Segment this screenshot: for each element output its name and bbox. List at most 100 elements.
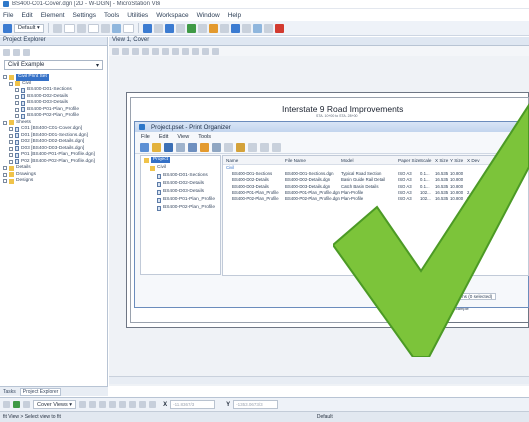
menu-utilities[interactable]: Utilities	[127, 12, 148, 19]
y-coordinate-field[interactable]: -1353.0673/3	[233, 400, 279, 409]
horizontal-scrollbar[interactable]	[109, 376, 529, 384]
menu-help[interactable]: Help	[228, 12, 241, 19]
tools-icon[interactable]	[23, 401, 30, 408]
tab-project-explorer[interactable]: Project Explorer	[19, 387, 62, 396]
column-header[interactable]: Name	[226, 158, 238, 163]
column-header[interactable]: X Size	[435, 158, 448, 163]
filter-icon[interactable]	[272, 142, 281, 152]
rotate-view-icon[interactable]	[182, 47, 189, 55]
menu-window[interactable]: Window	[197, 12, 220, 19]
save-icon[interactable]	[164, 23, 174, 33]
window-area-icon[interactable]	[162, 47, 169, 55]
view-next-icon[interactable]	[212, 47, 219, 55]
display-style-icon[interactable]	[122, 47, 129, 55]
element-selection-icon[interactable]	[3, 23, 12, 33]
add-files-icon[interactable]	[176, 142, 185, 152]
view-group-dropdown[interactable]: Cover Views ▾	[33, 400, 77, 409]
expand-icon[interactable]	[9, 159, 13, 164]
dialog-menu-tools[interactable]: Tools	[198, 134, 211, 140]
expand-icon[interactable]	[15, 107, 19, 112]
open-file-icon[interactable]	[153, 23, 163, 33]
expand-icon[interactable]	[15, 88, 19, 93]
dialog-tree-item[interactable]: Civil	[141, 164, 220, 172]
expand-icon[interactable]	[9, 153, 13, 158]
info-icon[interactable]	[252, 23, 262, 33]
new-print-set-icon[interactable]	[140, 142, 149, 152]
dialog-tree-item[interactable]: BS400-D02-Details	[141, 180, 220, 188]
dialog-menu-edit[interactable]: Edit	[159, 134, 168, 140]
dialog-tree-item[interactable]: BS400-D03-Details	[141, 188, 220, 196]
class-icon[interactable]	[111, 23, 121, 33]
close-red-x-icon[interactable]	[274, 23, 284, 33]
view-6-icon[interactable]	[129, 401, 137, 408]
fit-view-icon[interactable]	[172, 47, 179, 55]
menu-workspace[interactable]: Workspace	[156, 12, 188, 19]
weight-icon[interactable]	[76, 23, 86, 33]
dialog-tree-item[interactable]: BS400-D01-Sections	[141, 172, 220, 180]
references-icon[interactable]	[197, 23, 207, 33]
view-7-icon[interactable]	[139, 401, 147, 408]
view-2-icon[interactable]	[89, 401, 97, 408]
tree-item[interactable]: Designs	[3, 178, 107, 185]
expand-icon[interactable]	[3, 172, 7, 177]
template-icon[interactable]	[122, 23, 134, 33]
x-coordinate-field[interactable]: -11.8367/3	[170, 400, 216, 409]
search-icon[interactable]	[230, 23, 240, 33]
expand-icon[interactable]	[3, 166, 7, 171]
transparency-icon[interactable]	[87, 23, 99, 33]
expand-icon[interactable]	[9, 127, 13, 132]
level-dropdown[interactable]: Default ▾	[14, 23, 44, 33]
line-style-icon[interactable]	[63, 23, 75, 33]
column-header[interactable]: X Dev	[467, 158, 480, 163]
column-header[interactable]: Y Size	[450, 158, 463, 163]
levels-icon[interactable]	[219, 23, 229, 33]
expand-icon[interactable]	[15, 101, 19, 106]
priority-icon[interactable]	[100, 23, 110, 33]
expand-icon[interactable]	[23, 48, 30, 56]
expand-icon[interactable]	[3, 179, 7, 184]
menu-element[interactable]: Element	[41, 12, 65, 19]
green-status-icon[interactable]	[13, 401, 20, 408]
color-icon[interactable]	[52, 23, 62, 33]
raster-icon[interactable]	[208, 23, 218, 33]
zoom-out-icon[interactable]	[152, 47, 159, 55]
tab-tasks[interactable]: Tasks	[3, 389, 16, 395]
open-folder-icon[interactable]	[152, 142, 161, 152]
column-header[interactable]: Paper Size	[398, 158, 420, 163]
menu-settings[interactable]: Settings	[73, 12, 97, 19]
properties-icon[interactable]	[236, 142, 245, 152]
expand-icon[interactable]	[3, 75, 7, 80]
add-folder-icon[interactable]	[200, 142, 209, 152]
view-8-icon[interactable]	[149, 401, 157, 408]
search-icon[interactable]	[212, 142, 221, 152]
measure-icon[interactable]	[241, 23, 251, 33]
workspace-dropdown[interactable]: Civil Example ▾	[4, 60, 103, 70]
menu-file[interactable]: File	[3, 12, 13, 19]
dialog-tree-item[interactable]: BS400-P02-Plan_Profile	[141, 204, 220, 212]
menu-tools[interactable]: Tools	[104, 12, 119, 19]
column-header[interactable]: Model	[341, 158, 354, 163]
column-header[interactable]: Scale	[420, 158, 432, 163]
dialog-menu-file[interactable]: File	[141, 134, 150, 140]
new-file-icon[interactable]	[142, 23, 152, 33]
delete-icon[interactable]	[224, 142, 233, 152]
view-attributes-icon[interactable]	[112, 47, 119, 55]
expand-icon[interactable]	[9, 133, 13, 138]
save-icon[interactable]	[164, 142, 173, 152]
expand-icon[interactable]	[15, 94, 19, 99]
print-icon[interactable]	[188, 142, 197, 152]
expand-icon[interactable]	[9, 146, 13, 151]
expand-icon[interactable]	[9, 140, 13, 145]
view-1-icon[interactable]	[79, 401, 87, 408]
print-icon[interactable]	[175, 23, 185, 33]
move-up-icon[interactable]	[248, 142, 257, 152]
update-view-icon[interactable]	[132, 47, 139, 55]
dialog-tree-item[interactable]: Project	[141, 156, 220, 164]
view-previous-icon[interactable]	[202, 47, 209, 55]
pan-view-icon[interactable]	[192, 47, 199, 55]
view-4-icon[interactable]	[109, 401, 117, 408]
refresh-icon[interactable]	[3, 48, 10, 56]
view-5-icon[interactable]	[119, 401, 127, 408]
dialog-menu-view[interactable]: View	[177, 134, 189, 140]
column-header[interactable]: File Name	[285, 158, 306, 163]
